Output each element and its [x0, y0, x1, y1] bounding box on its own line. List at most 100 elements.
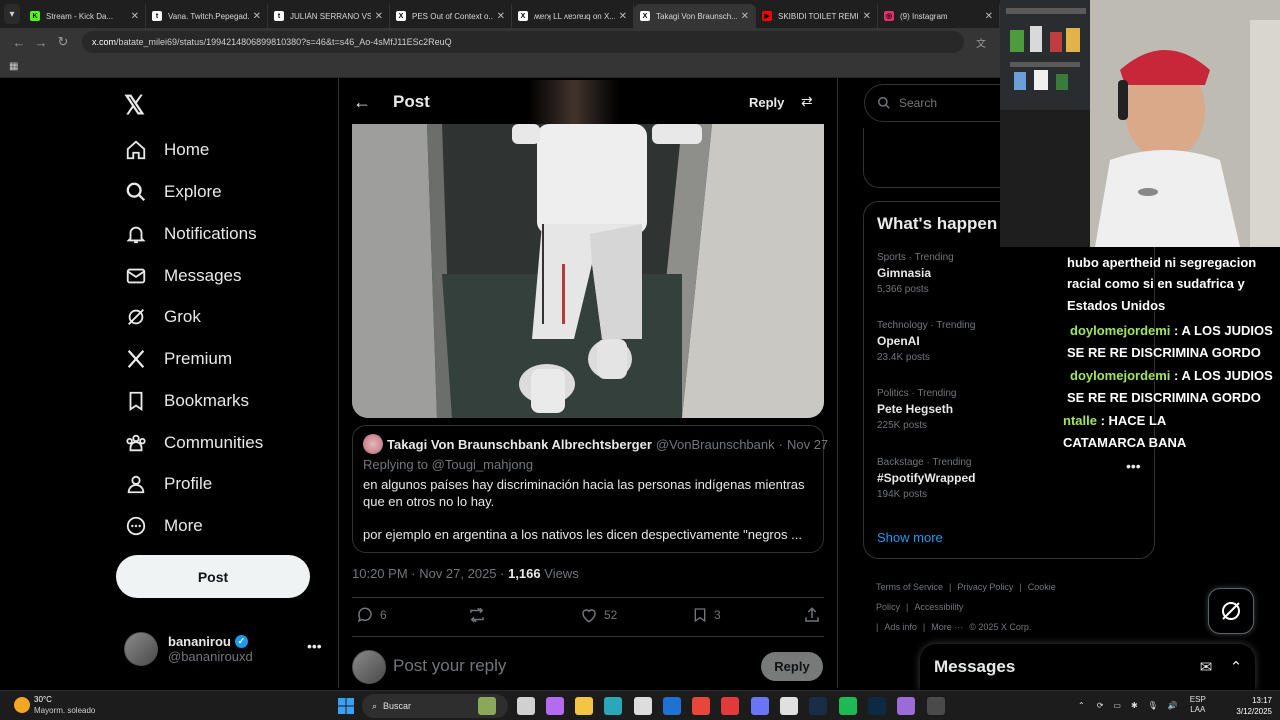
language-indicator[interactable]: ESP LAA [1190, 695, 1206, 715]
sidebar-item-label: Profile [164, 474, 213, 493]
translate-icon[interactable]: 文 [970, 35, 992, 50]
close-icon[interactable]: ✕ [985, 11, 993, 22]
app-triangle-icon[interactable] [897, 697, 915, 715]
footer-link[interactable]: Accessibility [914, 602, 963, 612]
sidebar-item-home[interactable]: Home [124, 132, 209, 168]
address-bar[interactable]: x.com/batate_milei69/status/199421480689… [82, 31, 964, 53]
account-name: bananirou [168, 634, 231, 649]
edge-icon[interactable] [604, 697, 622, 715]
store-icon[interactable] [634, 697, 652, 715]
volume-icon[interactable]: 🔊 [1168, 701, 1178, 710]
close-icon[interactable]: ✕ [253, 11, 261, 22]
like-action[interactable]: 52 [580, 606, 617, 624]
steam-icon[interactable] [809, 697, 827, 715]
browser-tab[interactable]: ▶ SKIBIDI TOILET REMI... ✕ [756, 4, 878, 28]
account-switcher[interactable]: bananirou ✓ @bananirouxd ••• [124, 632, 324, 666]
sidebar-item-label: More [164, 516, 203, 535]
browser-tab[interactable]: t JULIÁN SERRANO VS... ✕ [268, 4, 390, 28]
post-photo[interactable] [352, 124, 824, 418]
browser-tab[interactable]: ◎ (9) Instagram ✕ [878, 4, 1000, 28]
outlook-icon[interactable] [663, 697, 681, 715]
sidebar-item-notifications[interactable]: Notifications [124, 216, 257, 252]
task-view-icon[interactable] [517, 697, 535, 715]
expand-up-icon[interactable]: ⌃ [1225, 658, 1247, 676]
windows-start-icon[interactable] [338, 698, 354, 714]
footer-link[interactable]: Ads info [884, 622, 917, 632]
sidebar-item-more[interactable]: More [124, 508, 203, 544]
close-icon[interactable]: ✕ [131, 11, 139, 22]
tray-app-icon[interactable]: ⟳ [1097, 701, 1104, 710]
footer-separator: | [1019, 582, 1022, 592]
browser-tab[interactable]: Xʍɐɾʞ LL ʌɐɔɾɐɹq on X... ✕ [512, 4, 634, 28]
app-g-icon[interactable] [780, 697, 798, 715]
repost-action[interactable] [467, 606, 493, 624]
messages-drawer[interactable]: Messages ✉ ⌃ [920, 644, 1255, 690]
x-logo[interactable]: 𝕏 [124, 90, 145, 121]
close-icon[interactable]: ✕ [497, 11, 505, 22]
trend-item[interactable]: Technology · Trending OpenAI 23.4K posts [877, 320, 975, 363]
bookmark-action[interactable]: 3 [692, 606, 721, 624]
reload-icon[interactable]: ↻ [52, 34, 74, 50]
compose-message-icon[interactable]: ✉ [1195, 658, 1217, 676]
sidebar-item-label: Home [164, 140, 210, 159]
mic-icon[interactable]: 🎙 [1148, 701, 1158, 710]
taskbar-clock[interactable]: 13:17 3/12/2025 [1224, 695, 1272, 717]
reply-submit-button[interactable]: Reply [761, 652, 823, 681]
sidebar-item-profile[interactable]: Profile [124, 466, 212, 502]
back-icon[interactable]: ← [8, 35, 30, 50]
tray-bluetooth-icon[interactable]: ✱ [1131, 701, 1138, 710]
sidebar-item-explore[interactable]: Explore [124, 174, 222, 210]
weather-widget[interactable]: 30°C Mayorm. soleado [14, 694, 95, 716]
chrome-icon[interactable] [692, 697, 710, 715]
header-avatar-blur [529, 80, 619, 124]
sidebar-item-bookmarks[interactable]: Bookmarks [124, 383, 249, 419]
footer-link[interactable]: Privacy Policy [957, 582, 1013, 592]
copilot-icon[interactable] [546, 697, 564, 715]
spotify-icon[interactable] [839, 697, 857, 715]
browser-tab[interactable]: t Vana. Twitch.Pepegad... ✕ [146, 4, 268, 28]
tray-monitor-icon[interactable]: ▭ [1113, 701, 1121, 710]
obs-icon[interactable] [927, 697, 945, 715]
reply-action[interactable]: 6 [356, 606, 387, 624]
apps-grid-icon[interactable]: ▦ [9, 61, 18, 72]
back-arrow-icon[interactable]: ← [353, 92, 371, 113]
replying-handle[interactable]: @Tougi_mahjong [432, 457, 533, 472]
footer-link[interactable]: More ··· [931, 622, 963, 632]
browser-tab[interactable]: X PES Out of Context o... ✕ [390, 4, 512, 28]
close-icon[interactable]: ✕ [741, 11, 749, 22]
quoted-text-paragraph: en algunos países hay discriminación hac… [363, 477, 805, 509]
discord-icon[interactable] [751, 697, 769, 715]
post-timestamp[interactable]: 10:20 PM · Nov 27, 2025 · [352, 566, 508, 581]
post-button[interactable]: Post [116, 555, 310, 598]
sidebar-item-communities[interactable]: Communities [124, 425, 263, 461]
sidebar-item-messages[interactable]: Messages [124, 258, 241, 294]
sidebar-item-premium[interactable]: Premium [124, 341, 232, 377]
trend-item[interactable]: Backstage · Trending #SpotifyWrapped 194K … [877, 457, 975, 500]
close-icon[interactable]: ✕ [619, 11, 627, 22]
quoted-post[interactable]: Takagi Von Braunschbank Albrechtsberger … [352, 425, 828, 553]
browser-tab[interactable]: K Stream - Kick Da... ✕ [24, 4, 146, 28]
trend-item[interactable]: Politics · Trending Pete Hegseth 225K post… [877, 388, 956, 431]
widgets-icon[interactable] [478, 697, 496, 715]
ellipsis-icon[interactable]: ••• [307, 638, 322, 654]
close-icon[interactable]: ✕ [863, 11, 871, 22]
forward-icon[interactable]: → [30, 35, 52, 50]
photoshop-icon[interactable] [868, 697, 886, 715]
clock-date: 3/12/2025 [1236, 707, 1272, 716]
tab-search-button[interactable]: ▾ [4, 4, 20, 24]
share-action[interactable] [803, 606, 827, 624]
file-explorer-icon[interactable] [575, 697, 593, 715]
app-red-icon[interactable] [721, 697, 739, 715]
grok-button[interactable] [1208, 588, 1254, 634]
browser-tab[interactable]: X Takagi Von Braunsch... ✕ [634, 4, 756, 28]
tray-chevron-icon[interactable]: ⌃ [1078, 701, 1085, 710]
reply-input[interactable]: Post your reply [393, 656, 506, 676]
show-more-link[interactable]: Show more [877, 530, 943, 545]
header-reply-button[interactable]: Reply [749, 95, 784, 110]
trend-item[interactable]: Sports · Trending Gimnasia 5,366 posts [877, 252, 954, 295]
footer-link[interactable]: © 2025 X Corp. [969, 622, 1031, 632]
close-icon[interactable]: ✕ [375, 11, 383, 22]
footer-link[interactable]: Terms of Service [876, 582, 943, 592]
filter-icon[interactable]: ⇄ [801, 93, 813, 110]
sidebar-item-grok[interactable]: Grok [124, 299, 201, 335]
